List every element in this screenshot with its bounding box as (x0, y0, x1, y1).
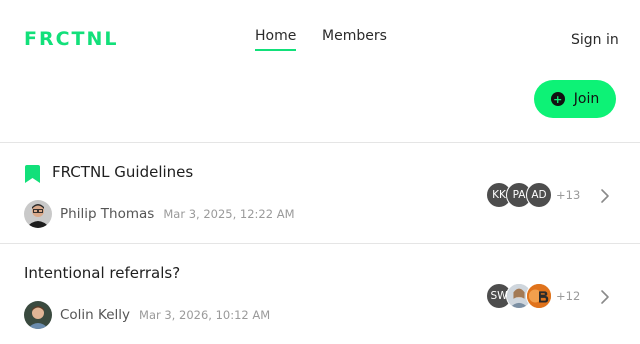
plus-circle-icon: + (550, 92, 565, 106)
thread-title[interactable]: Intentional referrals? (24, 264, 180, 282)
participants-more-count: +13 (556, 188, 581, 202)
thread-row-guidelines[interactable]: FRCTNL Guidelines Philip Thomas Mar 3, 2… (0, 143, 640, 243)
participant-avatar-photo (526, 283, 552, 309)
post-timestamp: Mar 3, 2025, 12:22 AM (163, 207, 295, 221)
logo[interactable]: FRCTNL (24, 28, 119, 50)
bookmark-icon (25, 165, 40, 183)
participants-more-count: +12 (556, 289, 581, 303)
active-nav-underline (255, 49, 297, 51)
post-timestamp: Mar 3, 2026, 10:12 AM (139, 308, 271, 322)
participants-stack[interactable]: SW +12 (486, 283, 580, 309)
chevron-right-icon[interactable] (600, 188, 610, 204)
thread-author-row: Philip Thomas Mar 3, 2025, 12:22 AM (24, 200, 295, 228)
author-name[interactable]: Colin Kelly (60, 307, 130, 323)
avatar-philip[interactable] (24, 200, 52, 228)
top-bar: FRCTNL Home Members Sign in (0, 0, 640, 80)
thread-title[interactable]: FRCTNL Guidelines (52, 163, 193, 181)
chevron-right-icon[interactable] (600, 289, 610, 305)
join-button-label: Join (573, 91, 600, 107)
participant-avatar: AD (526, 182, 552, 208)
thread-author-row: Colin Kelly Mar 3, 2026, 10:12 AM (24, 301, 270, 329)
nav-members-label: Members (322, 28, 387, 44)
participants-stack[interactable]: KK PA AD +13 (486, 182, 580, 208)
author-name[interactable]: Philip Thomas (60, 206, 154, 222)
thread-row-referrals[interactable]: Intentional referrals? Colin Kelly Mar 3… (0, 244, 640, 344)
sign-in-link[interactable]: Sign in (571, 32, 619, 48)
nav-home-link[interactable]: Home (255, 28, 297, 51)
join-button[interactable]: + Join (534, 80, 616, 118)
avatar-colin[interactable] (24, 301, 52, 329)
nav-home-label: Home (255, 28, 297, 44)
nav-members-link[interactable]: Members (322, 28, 387, 44)
